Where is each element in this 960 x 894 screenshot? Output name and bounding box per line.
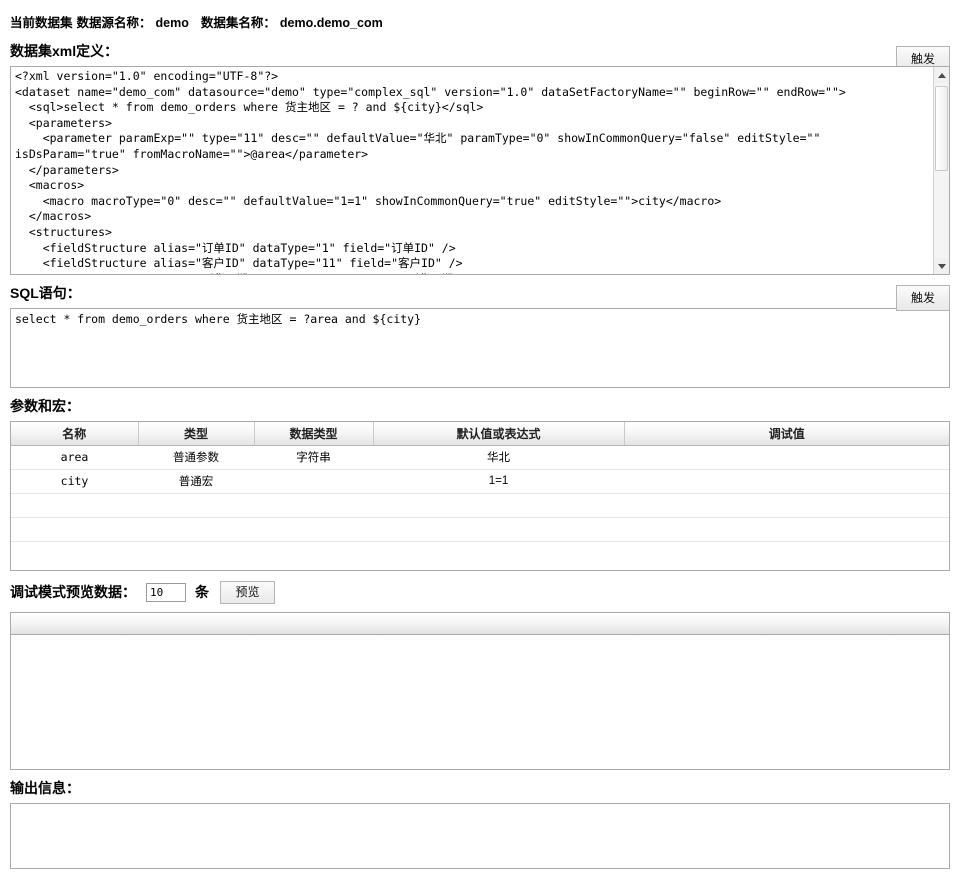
params-section-label: 参数和宏： — [10, 398, 80, 414]
output-message-textarea[interactable] — [10, 803, 950, 869]
cell-debug — [624, 493, 949, 518]
cell-debug — [624, 469, 949, 494]
cell-data-type — [254, 493, 373, 518]
column-header-default[interactable]: 默认值或表达式 — [373, 422, 625, 446]
cell-data-type: 字符串 — [254, 445, 373, 470]
table-row[interactable]: area 普通参数 字符串 华北 — [11, 445, 949, 470]
column-header-data-type[interactable]: 数据类型 — [254, 422, 374, 446]
result-grid-header — [11, 613, 949, 635]
dataset-name-value: demo.demo_com — [279, 16, 383, 30]
column-header-debug[interactable]: 调试值 — [624, 422, 949, 446]
sql-statement-textarea[interactable]: select * from demo_orders where 货主地区 = ?… — [10, 308, 950, 388]
cell-default: 华北 — [373, 445, 624, 470]
preview-button[interactable]: 预览 — [220, 580, 275, 604]
result-grid-body[interactable] — [11, 635, 949, 769]
cell-data-type — [254, 517, 373, 542]
datasource-name-label: 数据源名称： — [76, 16, 152, 30]
sql-section-label: SQL语句： — [10, 285, 81, 301]
cell-data-type — [254, 469, 373, 494]
table-row[interactable] — [11, 493, 949, 518]
dataset-header: 当前数据集 数据源名称： demo 数据集名称： demo.demo_com — [10, 0, 950, 33]
cell-name — [11, 493, 138, 518]
cell-default — [373, 493, 624, 518]
preview-result-grid[interactable] — [10, 612, 950, 770]
xml-definition-textarea[interactable]: <?xml version="1.0" encoding="UTF-8"?> <… — [10, 66, 950, 275]
xml-vertical-scrollbar[interactable] — [933, 67, 949, 274]
cell-default: 1=1 — [373, 469, 624, 494]
output-section-label: 输出信息： — [10, 780, 80, 796]
cell-debug — [624, 517, 949, 542]
dataset-editor-page: 当前数据集 数据源名称： demo 数据集名称： demo.demo_com 数据集xm… — [0, 0, 960, 894]
cell-type: 普通参数 — [138, 445, 254, 470]
datasource-name-value: demo — [155, 16, 189, 30]
cell-debug — [624, 445, 949, 470]
scroll-up-arrow-icon[interactable] — [934, 67, 949, 83]
sql-trigger-button[interactable]: 触发 — [896, 285, 950, 311]
table-row[interactable]: city 普通宏 1=1 — [11, 469, 949, 494]
xml-definition-content: <?xml version="1.0" encoding="UTF-8"?> <… — [15, 69, 846, 274]
sql-section-header: SQL语句： 触发 — [10, 284, 950, 311]
cell-name — [11, 517, 138, 542]
table-row[interactable] — [11, 517, 949, 542]
preview-unit-label: 条 — [195, 584, 209, 600]
cell-type — [138, 517, 254, 542]
scroll-down-arrow-icon[interactable] — [934, 258, 949, 274]
preview-label: 调试模式预览数据： — [10, 584, 136, 600]
preview-count-input[interactable] — [146, 582, 186, 602]
cell-name: city — [11, 469, 138, 494]
sql-statement-content: select * from demo_orders where 货主地区 = ?… — [15, 312, 422, 326]
xml-section-header: 数据集xml定义： 触发 — [10, 42, 950, 72]
table-header-row: 名称 类型 数据类型 默认值或表达式 调试值 — [11, 422, 949, 446]
cell-type: 普通宏 — [138, 469, 254, 494]
column-header-type[interactable]: 类型 — [138, 422, 255, 446]
output-message-content — [11, 804, 949, 810]
cell-name: area — [11, 445, 138, 470]
params-and-macros-table: 名称 类型 数据类型 默认值或表达式 调试值 area 普通参数 字符串 华北 … — [10, 421, 950, 571]
scrollbar-thumb[interactable] — [935, 86, 948, 171]
cell-default — [373, 517, 624, 542]
current-dataset-label: 当前数据集 — [10, 16, 73, 30]
xml-section-label: 数据集xml定义： — [10, 43, 119, 59]
cell-type — [138, 493, 254, 518]
dataset-name-label: 数据集名称： — [200, 16, 276, 30]
column-header-name[interactable]: 名称 — [11, 422, 139, 446]
preview-controls-row: 调试模式预览数据： 条 预览 — [10, 579, 950, 605]
